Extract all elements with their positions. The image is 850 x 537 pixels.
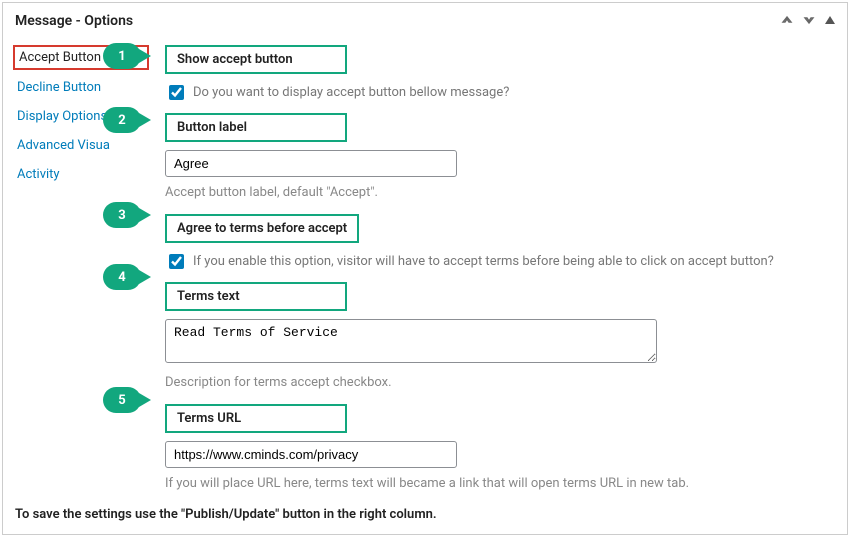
label-terms-url: Terms URL [165,404,347,433]
sidebar-item-accept-button[interactable]: Accept Button [13,45,149,70]
label-terms-text: Terms text [165,282,347,311]
move-down-icon[interactable] [803,14,815,29]
textarea-terms-text[interactable]: Read Terms of Service [165,319,657,363]
collapse-icon[interactable] [825,14,835,29]
sidebar-item-decline-button[interactable]: Decline Button [13,76,155,99]
hint-terms-url: If you will place URL here, terms text w… [165,476,827,491]
field-button-label: Button label [165,113,827,142]
checkbox-show-accept-input[interactable] [169,85,184,100]
field-show-accept: Show accept button [165,45,827,74]
input-terms-url[interactable] [165,441,457,468]
options-panel: Message - Options Accept Button Decline … [2,2,848,535]
field-terms-text: Terms text [165,282,827,311]
sidebar-item-display-options[interactable]: Display Options [13,105,155,128]
field-agree-first: Agree to terms before accept [165,214,827,243]
field-terms-url: Terms URL [165,404,827,433]
panel-body: Accept Button Decline Button Display Opt… [3,37,847,507]
panel-header: Message - Options [3,3,847,37]
panel-title: Message - Options [15,13,781,29]
sidebar-item-activity[interactable]: Activity [13,163,155,186]
move-up-icon[interactable] [781,14,793,29]
checkbox-agree-first[interactable]: If you enable this option, visitor will … [165,251,827,272]
footer-note: To save the settings use the "Publish/Up… [3,507,847,534]
sidebar: Accept Button Decline Button Display Opt… [3,37,155,497]
checkbox-agree-first-help: If you enable this option, visitor will … [193,254,774,269]
hint-button-label: Accept button label, default "Accept". [165,185,827,200]
panel-actions [781,14,835,29]
input-button-label[interactable] [165,150,457,177]
label-agree-first: Agree to terms before accept [165,214,359,243]
label-show-accept: Show accept button [165,45,347,74]
content: 1 2 3 4 5 Show accept button Do you want… [155,37,847,497]
label-button-label: Button label [165,113,347,142]
hint-terms-text: Description for terms accept checkbox. [165,375,827,390]
checkbox-agree-first-input[interactable] [169,254,184,269]
checkbox-show-accept[interactable]: Do you want to display accept button bel… [165,82,827,103]
sidebar-item-advanced-visual[interactable]: Advanced Visua [13,134,155,157]
checkbox-show-accept-help: Do you want to display accept button bel… [193,85,509,100]
